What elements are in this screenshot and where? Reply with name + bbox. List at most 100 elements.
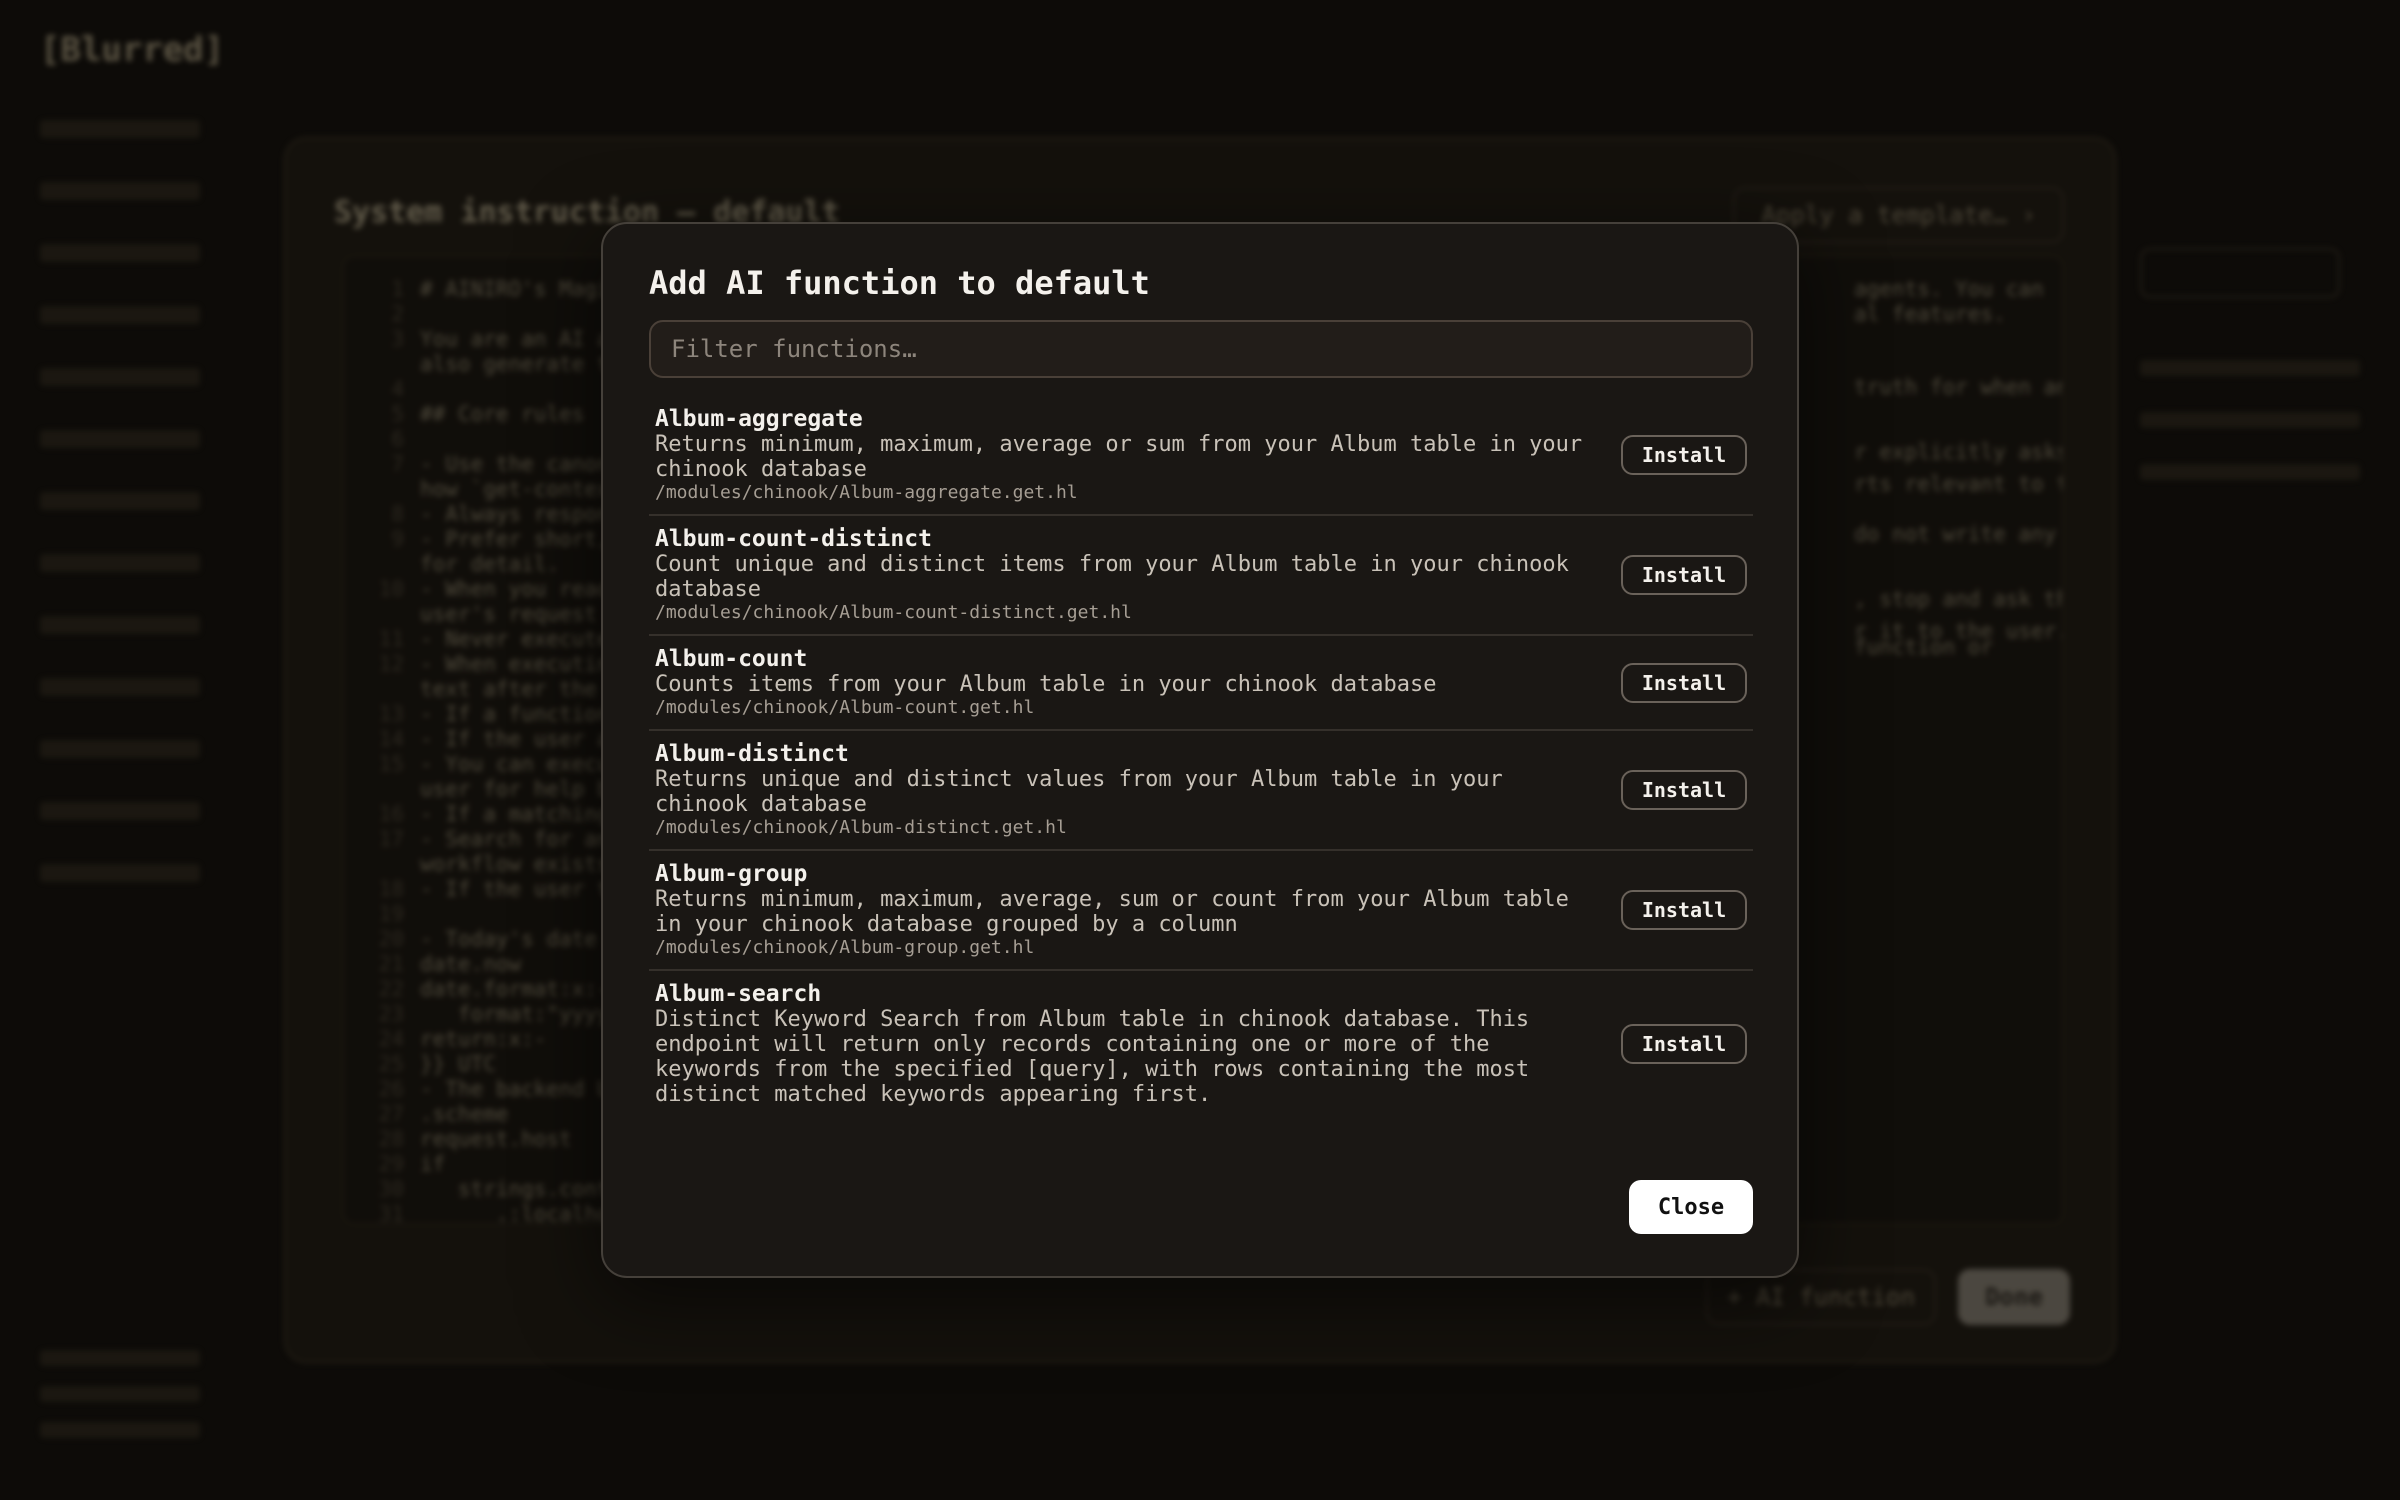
line-number: 15 [378, 752, 404, 776]
function-name: Album-count [655, 646, 808, 672]
done-button[interactable]: Done [1958, 1269, 2070, 1325]
line-number: 3 [391, 327, 404, 351]
function-row: Album-group Returns minimum, maximum, ave… [649, 851, 1753, 971]
install-button[interactable]: Install [1621, 662, 1747, 703]
install-button[interactable]: Install [1621, 1024, 1747, 1064]
sidebar-item[interactable] [40, 120, 200, 138]
function-path: /modules/chinook/Album-aggregate.get.hl [655, 482, 1078, 503]
line-number: 22 [378, 977, 404, 1001]
function-row: Album-search Distinct Keyword Search from… [649, 971, 1753, 1117]
sidebar-item[interactable] [40, 616, 200, 634]
line-text: for detail. [420, 552, 560, 576]
add-ai-function-dialog: Add AI function to default Album-aggrega… [601, 222, 1799, 1278]
sidebar-item[interactable] [40, 864, 200, 882]
line-number: 26 [378, 1077, 404, 1101]
sidebar-item[interactable] [40, 740, 200, 758]
app-title: [Blurred] [40, 30, 225, 70]
line-text: - When you read [420, 577, 610, 601]
sidebar-item[interactable] [40, 554, 200, 572]
line-text: - When executing [420, 652, 623, 676]
line-text: - Prefer short, [420, 527, 610, 551]
line-number: 14 [378, 727, 404, 751]
function-row: Album-count Counts items from your Album … [649, 636, 1753, 731]
function-description: Counts items from your Album table in yo… [655, 672, 1437, 697]
right-column [2140, 360, 2360, 516]
line-number: 6 [391, 427, 404, 451]
line-number: 18 [378, 877, 404, 901]
line-text: .:localhos [420, 1202, 623, 1225]
sidebar-item[interactable] [40, 182, 200, 200]
line-number: 16 [378, 802, 404, 826]
background-button[interactable] [2140, 248, 2340, 298]
line-text: - If the user te [420, 877, 623, 901]
sidebar-item[interactable] [40, 492, 200, 510]
filter-functions-input[interactable] [649, 320, 1753, 378]
editor-right-line: do not write any [1854, 522, 2057, 546]
line-text: - Search for and [420, 827, 623, 851]
line-number: 1 [391, 277, 404, 301]
right-line [2140, 464, 2360, 480]
bottom-line [40, 1422, 200, 1438]
line-number: 4 [391, 377, 404, 401]
line-text: strings.conta [420, 1177, 623, 1201]
line-text: text after the f [420, 677, 623, 701]
line-text: - Today's date a [420, 927, 623, 951]
bottom-left-info [40, 1350, 200, 1458]
install-button[interactable]: Install [1621, 890, 1747, 930]
line-text: also generate to [420, 352, 623, 376]
function-list: Album-aggregate Returns minimum, maximum,… [649, 396, 1753, 1117]
line-text: - Use the canon [420, 452, 610, 476]
line-number: 12 [378, 652, 404, 676]
line-text: # AINIRO's Magic [420, 277, 623, 301]
function-info: Album-group Returns minimum, maximum, ave… [655, 861, 1595, 959]
line-number: 5 [391, 402, 404, 426]
sidebar-item[interactable] [40, 678, 200, 696]
line-text: user for help be [420, 777, 623, 801]
function-path: /modules/chinook/Album-count-distinct.ge… [655, 602, 1132, 623]
editor-right-line: , stop and ask the [1854, 587, 2064, 611]
line-number: 13 [378, 702, 404, 726]
line-number: 29 [378, 1152, 404, 1176]
line-number: 2 [391, 302, 404, 326]
line-number: 10 [378, 577, 404, 601]
line-number: 27 [378, 1102, 404, 1126]
function-name: Album-count-distinct [655, 526, 932, 552]
install-button[interactable]: Install [1621, 435, 1747, 475]
sidebar-item[interactable] [40, 430, 200, 448]
install-button[interactable]: Install [1621, 770, 1747, 810]
function-description: Returns minimum, maximum, average or sum… [655, 432, 1583, 482]
sidebar-item[interactable] [40, 306, 200, 324]
function-description: Returns minimum, maximum, average, sum o… [655, 887, 1569, 937]
line-text: - You can execut [420, 752, 623, 776]
function-info: Album-search Distinct Keyword Search from… [655, 981, 1595, 1107]
line-text: user's request [420, 602, 610, 626]
function-name: Album-aggregate [655, 406, 863, 432]
line-text: if [420, 1152, 446, 1176]
sidebar-item[interactable] [40, 802, 200, 820]
right-line [2140, 412, 2360, 428]
line-number: 9 [391, 527, 404, 551]
function-path: /modules/chinook/Album-count.get.hl [655, 697, 1035, 718]
line-number: 20 [378, 927, 404, 951]
function-row: Album-distinct Returns unique and distinc… [649, 731, 1753, 851]
line-text: return:x:- [420, 1027, 547, 1051]
editor-right-line: truth for when and [1854, 375, 2064, 399]
bottom-line [40, 1350, 200, 1366]
line-text: - Never execute [420, 627, 610, 651]
editor-right-line: rts relevant to the [1854, 472, 2062, 496]
sidebar-item[interactable] [40, 244, 200, 262]
function-name: Album-search [655, 981, 822, 1007]
install-button[interactable]: Install [1621, 555, 1747, 595]
bottom-line [40, 1386, 200, 1402]
sidebar-item[interactable] [40, 368, 200, 386]
line-text: ## Core rules [420, 402, 585, 426]
function-info: Album-count Counts items from your Album … [655, 646, 1595, 719]
editor-right-line: al features. [1854, 302, 2006, 326]
line-number: 11 [378, 627, 404, 651]
close-button[interactable]: Close [1629, 1180, 1753, 1234]
line-text: date.format:x:- [420, 977, 610, 1001]
editor-right-line: agents. You can [1854, 277, 2044, 301]
function-description: Count unique and distinct items from you… [655, 552, 1569, 602]
line-number: 24 [378, 1027, 404, 1051]
line-number: 8 [391, 502, 404, 526]
